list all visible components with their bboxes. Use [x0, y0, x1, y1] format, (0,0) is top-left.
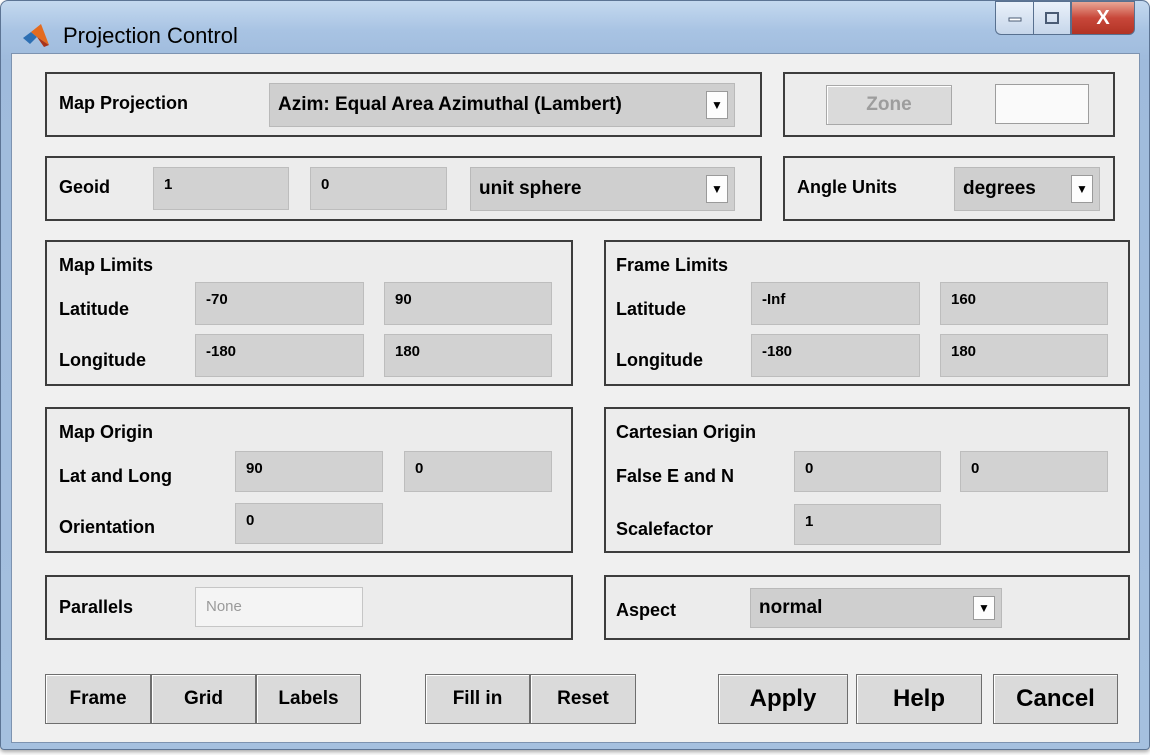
frame-limits-panel: Frame Limits Latitude -Inf 160 Longitude… [604, 240, 1130, 386]
geoid-field-2[interactable]: 0 [310, 167, 447, 210]
origin-lat-field[interactable]: 90 [235, 451, 383, 492]
zone-field[interactable] [995, 84, 1089, 124]
angle-units-label: Angle Units [797, 177, 898, 197]
aspect-label: Aspect [616, 600, 677, 620]
aspect-panel: Aspect normal ▼ [604, 575, 1130, 640]
zone-panel: Zone [783, 72, 1115, 137]
grid-button[interactable]: Grid [151, 674, 256, 724]
angle-units-select[interactable]: degrees ▼ [954, 167, 1100, 211]
dropdown-arrow-icon: ▼ [973, 596, 995, 620]
map-projection-select[interactable]: Azim: Equal Area Azimuthal (Lambert) ▼ [269, 83, 735, 127]
map-latitude-label: Latitude [59, 299, 129, 319]
close-icon: X [1096, 6, 1110, 29]
projection-control-window: Projection Control X Map Projection Azim… [0, 0, 1150, 750]
dropdown-arrow-icon: ▼ [1071, 175, 1093, 203]
maximize-icon [1045, 12, 1059, 24]
minimize-icon [1008, 17, 1021, 22]
angle-units-value: degrees [963, 178, 1036, 199]
scalefactor-label: Scalefactor [616, 519, 714, 539]
frame-lat-min-field[interactable]: -Inf [751, 282, 920, 325]
frame-lon-min-field[interactable]: -180 [751, 334, 920, 377]
zone-button[interactable]: Zone [826, 85, 952, 125]
apply-button[interactable]: Apply [718, 674, 848, 724]
frame-lon-max-field[interactable]: 180 [940, 334, 1108, 377]
lat-and-long-label: Lat and Long [59, 466, 172, 486]
origin-long-field[interactable]: 0 [404, 451, 552, 492]
map-origin-title: Map Origin [59, 422, 153, 442]
angle-units-panel: Angle Units degrees ▼ [783, 156, 1115, 221]
map-projection-label: Map Projection [59, 93, 189, 113]
parallels-label: Parallels [59, 597, 134, 617]
map-limits-title: Map Limits [59, 255, 154, 275]
orientation-field[interactable]: 0 [235, 503, 383, 544]
aspect-value: normal [759, 597, 823, 618]
cancel-button[interactable]: Cancel [993, 674, 1118, 724]
map-lat-max-field[interactable]: 90 [384, 282, 552, 325]
map-projection-panel: Map Projection Azim: Equal Area Azimutha… [45, 72, 762, 137]
frame-button[interactable]: Frame [45, 674, 151, 724]
dropdown-arrow-icon: ▼ [706, 175, 728, 203]
window-title: Projection Control [63, 23, 238, 48]
geoid-model-value: unit sphere [479, 178, 582, 199]
caption-buttons: X [995, 1, 1135, 41]
false-northing-field[interactable]: 0 [960, 451, 1108, 492]
minimize-button[interactable] [995, 1, 1033, 35]
reset-button[interactable]: Reset [530, 674, 636, 724]
help-button[interactable]: Help [856, 674, 982, 724]
frame-longitude-label: Longitude [616, 350, 703, 370]
geoid-model-select[interactable]: unit sphere ▼ [470, 167, 735, 211]
frame-lat-max-field[interactable]: 160 [940, 282, 1108, 325]
map-lat-min-field[interactable]: -70 [195, 282, 364, 325]
geoid-field-1[interactable]: 1 [153, 167, 289, 210]
map-longitude-label: Longitude [59, 350, 146, 370]
fill-in-button[interactable]: Fill in [425, 674, 530, 724]
close-button[interactable]: X [1071, 1, 1135, 35]
cartesian-origin-title: Cartesian Origin [616, 422, 757, 442]
labels-button[interactable]: Labels [256, 674, 361, 724]
map-lon-min-field[interactable]: -180 [195, 334, 364, 377]
geoid-label: Geoid [59, 177, 111, 197]
maximize-button[interactable] [1033, 1, 1071, 35]
matlab-logo-icon [23, 24, 49, 47]
dialog-body: Map Projection Azim: Equal Area Azimutha… [11, 53, 1140, 743]
geoid-panel: Geoid 1 0 unit sphere ▼ [45, 156, 762, 221]
map-projection-value: Azim: Equal Area Azimuthal (Lambert) [278, 94, 622, 115]
map-origin-panel: Map Origin Lat and Long 90 0 Orientation… [45, 407, 573, 553]
parallels-panel: Parallels None [45, 575, 573, 640]
map-lon-max-field[interactable]: 180 [384, 334, 552, 377]
frame-limits-title: Frame Limits [616, 255, 729, 275]
false-easting-field[interactable]: 0 [794, 451, 941, 492]
parallels-field[interactable]: None [195, 587, 363, 627]
orientation-label: Orientation [59, 517, 156, 537]
dropdown-arrow-icon: ▼ [706, 91, 728, 119]
frame-latitude-label: Latitude [616, 299, 686, 319]
cartesian-origin-panel: Cartesian Origin False E and N 0 0 Scale… [604, 407, 1130, 553]
map-limits-panel: Map Limits Latitude -70 90 Longitude -18… [45, 240, 573, 386]
scalefactor-field[interactable]: 1 [794, 504, 941, 545]
aspect-select[interactable]: normal ▼ [750, 588, 1002, 628]
false-e-and-n-label: False E and N [616, 466, 735, 486]
